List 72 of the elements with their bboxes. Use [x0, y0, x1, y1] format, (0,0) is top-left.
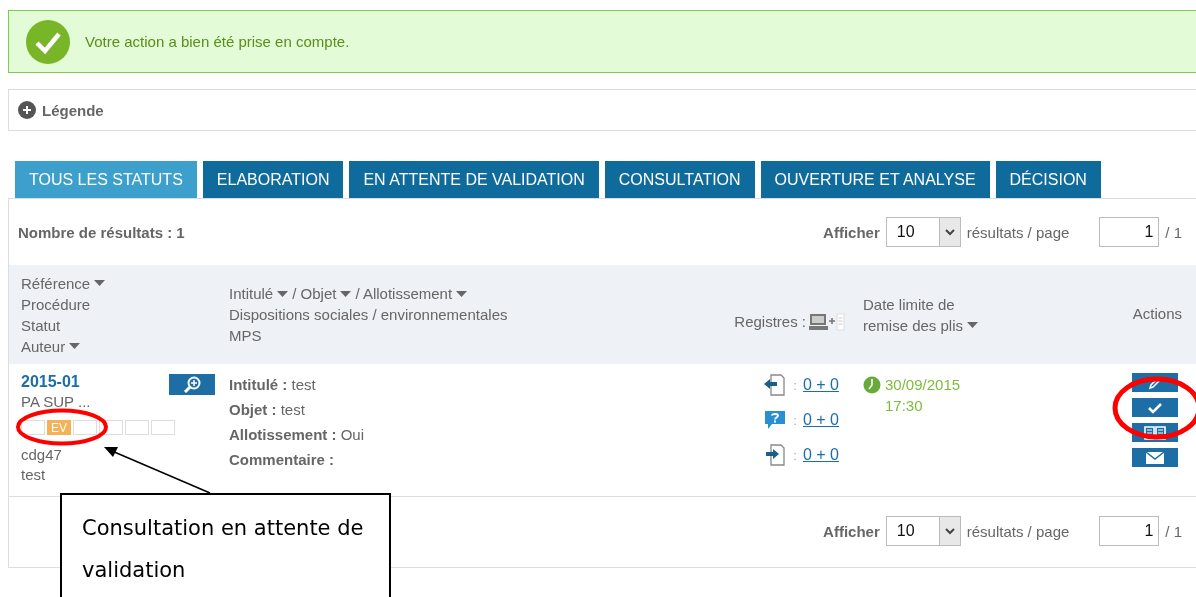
- status-tab[interactable]: ELABORATION: [202, 161, 344, 198]
- register-link[interactable]: 0 + 0: [802, 376, 839, 394]
- status-tab[interactable]: TOUS LES STATUTS: [15, 161, 197, 198]
- column-header: Actions: [1132, 305, 1182, 322]
- legend-toggle[interactable]: Légende: [42, 101, 104, 119]
- status-box: EV: [47, 420, 71, 435]
- sort-caret-icon[interactable]: [456, 290, 468, 297]
- book-icon: [1144, 425, 1166, 440]
- status-tab[interactable]: OUVERTURE ET ANALYSE: [760, 161, 990, 198]
- success-check-icon: [25, 18, 71, 65]
- mail-action-button[interactable]: [1132, 448, 1178, 467]
- callout-text: Consultation en attente de validation: [60, 493, 391, 597]
- zoom-in-button[interactable]: [169, 374, 215, 395]
- column-header[interactable]: remise des plis: [863, 314, 964, 336]
- sort-caret-icon[interactable]: [340, 290, 352, 297]
- column-header: Dispositions sociales / environnementales: [229, 305, 509, 325]
- status-tab[interactable]: CONSULTATION: [604, 161, 755, 198]
- clock-icon: [863, 376, 881, 394]
- column-header: Statut: [21, 315, 61, 336]
- document-arrow-icon: [763, 444, 788, 466]
- column-header: MPS: [229, 326, 263, 346]
- results-count: Nombre de résultats : 1: [18, 223, 186, 241]
- per-page-select[interactable]: 10: [885, 516, 961, 546]
- expand-icon[interactable]: [18, 101, 36, 119]
- detail-text: Intitulé : test: [229, 376, 317, 393]
- deadline-time: 17:30: [885, 396, 924, 416]
- per-page-label: résultats / page: [966, 522, 1070, 540]
- page-field[interactable]: 1: [1099, 516, 1160, 546]
- zoom-in-icon: [181, 376, 203, 393]
- dropdown-chevron-icon[interactable]: [944, 527, 955, 535]
- detail-text: Commentaire :: [229, 451, 336, 468]
- reference-link[interactable]: 2015-01: [21, 372, 229, 392]
- register-link[interactable]: 0 + 0: [802, 446, 839, 464]
- dropdown-chevron-icon[interactable]: [944, 228, 955, 236]
- column-header[interactable]: Référence: [21, 272, 91, 294]
- show-label: Afficher: [823, 223, 880, 241]
- sort-caret-icon[interactable]: [69, 343, 81, 349]
- envelope-icon: [1145, 450, 1165, 465]
- detail-text: Objet : test: [229, 401, 306, 418]
- success-message: Votre action a bien été prise en compte.: [85, 33, 350, 50]
- per-page-select[interactable]: 10: [885, 217, 961, 247]
- computer-plus-document-icon: [809, 311, 845, 332]
- page-field[interactable]: 1: [1099, 217, 1160, 247]
- sort-caret-icon[interactable]: [94, 280, 106, 286]
- question-bubble-icon: [763, 409, 788, 431]
- sort-caret-icon[interactable]: [277, 290, 289, 297]
- column-header: Procédure: [21, 294, 91, 315]
- sort-caret-icon[interactable]: [967, 322, 979, 328]
- document-arrow-icon: [763, 374, 788, 396]
- column-header[interactable]: Auteur: [21, 335, 66, 357]
- author-text: cdg47: [21, 445, 63, 465]
- colon-text: :: [793, 412, 797, 428]
- checkmark-icon: [1147, 401, 1163, 414]
- colon-text: :: [793, 377, 797, 393]
- status-tab[interactable]: DÉCISION: [995, 161, 1101, 198]
- procedure-text: PA SUP ...: [21, 392, 92, 412]
- column-header[interactable]: / Objet: [292, 283, 337, 304]
- column-header: Date limite de: [863, 294, 955, 315]
- column-header[interactable]: / Allotissement: [355, 283, 453, 304]
- validate-action-button[interactable]: [1132, 398, 1178, 417]
- detail-text: Allotissement : Oui: [229, 426, 366, 443]
- colon-text: :: [793, 447, 797, 463]
- deadline-date: 30/09/2015: [885, 375, 961, 395]
- status-tab[interactable]: EN ATTENTE DE VALIDATION: [349, 161, 599, 198]
- column-header[interactable]: Intitulé: [229, 283, 274, 304]
- column-header: Registres :: [734, 312, 806, 332]
- register-link[interactable]: 0 + 0: [802, 411, 839, 429]
- per-page-label: résultats / page: [966, 223, 1070, 241]
- page-total: / 1: [1165, 223, 1182, 241]
- page-total: / 1: [1165, 522, 1182, 540]
- show-label: Afficher: [823, 522, 880, 540]
- author-name: test: [21, 465, 47, 485]
